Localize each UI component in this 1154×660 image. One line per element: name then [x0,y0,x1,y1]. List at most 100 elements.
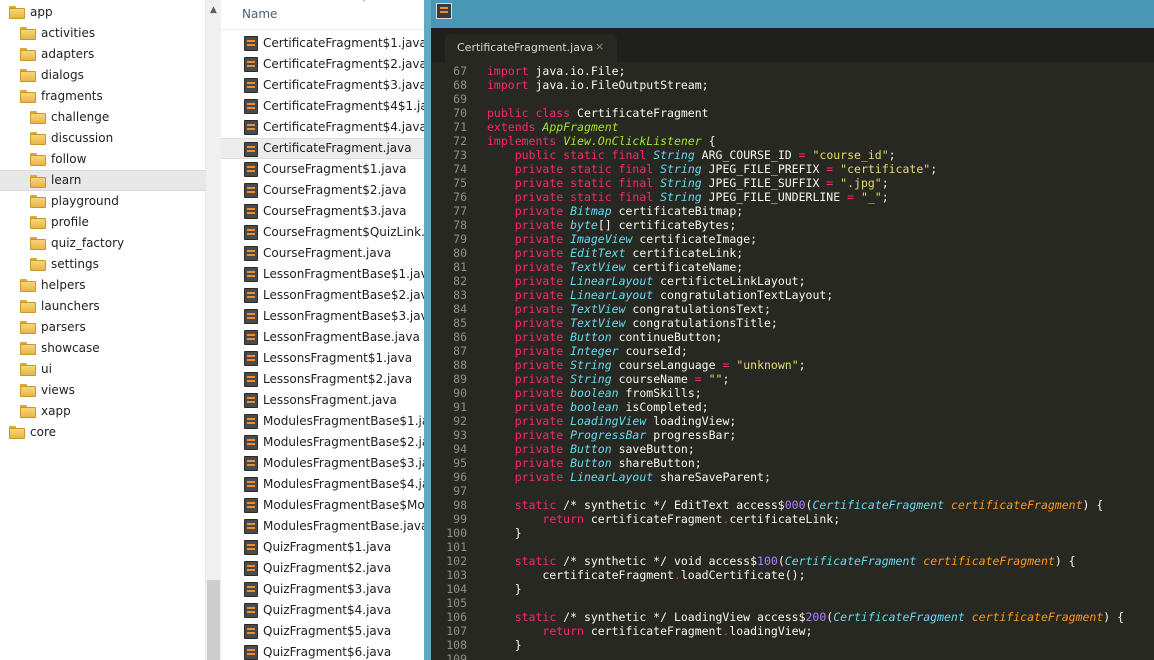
code-token: String [570,358,612,372]
tree-item[interactable]: dialogs [0,65,205,86]
line-number: 99 [453,512,467,526]
tree-item[interactable]: app [0,2,205,23]
file-item[interactable]: LessonFragmentBase$2.java [221,285,424,306]
code-line: 80 private EditText certificateLink; [431,246,1154,260]
code-text: } [487,582,522,596]
file-item[interactable]: CertificateFragment$1.java [221,33,424,54]
file-item[interactable]: LessonsFragment.java [221,390,424,411]
tree-item[interactable]: follow [0,149,205,170]
file-item[interactable]: CourseFragment$QuizLink.java [221,222,424,243]
tree-item[interactable]: adapters [0,44,205,65]
code-token: private [514,470,564,484]
file-item[interactable]: CertificateFragment.java [221,138,424,159]
tree-item[interactable]: showcase [0,338,205,359]
file-item[interactable]: CertificateFragment$4.java [221,117,424,138]
editor-tab-active[interactable]: CertificateFragment.java × [445,34,617,62]
file-item-label: CertificateFragment$4$1.java [263,99,424,113]
code-text: return certificateFragment.loadingView; [487,624,812,638]
file-item[interactable]: ModulesFragmentBase.java [221,516,424,537]
file-item[interactable]: QuizFragment$6.java [221,642,424,660]
tree-item[interactable]: activities [0,23,205,44]
file-item[interactable]: ModulesFragmentBase$ModuleItem.java [221,495,424,516]
file-item[interactable]: CertificateFragment$4$1.java [221,96,424,117]
column-header-name[interactable]: Name [242,7,277,21]
tree-item[interactable]: quiz_factory [0,233,205,254]
line-number: 69 [453,92,467,106]
file-item[interactable]: LessonFragmentBase$3.java [221,306,424,327]
folder-icon [20,384,36,397]
file-item[interactable]: QuizFragment$3.java [221,579,424,600]
code-token: extends [487,120,536,134]
tree-item[interactable]: ui [0,359,205,380]
code-line: 69 [431,92,1154,106]
file-item[interactable]: ModulesFragmentBase$1.java [221,411,424,432]
line-number: 89 [453,372,467,386]
code-text: private TextView certificateName; [487,260,744,274]
tree-item[interactable]: parsers [0,317,205,338]
file-item[interactable]: CourseFragment$1.java [221,159,424,180]
file-item[interactable]: ModulesFragmentBase$2.java [221,432,424,453]
tree-item[interactable]: challenge [0,107,205,128]
line-number: 71 [453,120,467,134]
tree-item-label: xapp [41,404,71,418]
tree-item-label: core [30,425,56,439]
file-item[interactable]: QuizFragment$4.java [221,600,424,621]
code-token: /* synthetic */ void access$ [556,554,758,568]
chevron-up-icon[interactable]: ▲ [206,0,220,18]
file-item[interactable]: CourseFragment$3.java [221,201,424,222]
tree-item[interactable]: fragments [0,86,205,107]
tree-item[interactable]: views [0,380,205,401]
tree-item[interactable]: playground [0,191,205,212]
code-token: boolean [570,400,619,414]
file-item[interactable]: LessonsFragment$2.java [221,369,424,390]
line-number: 82 [453,274,467,288]
scrollbar-thumb[interactable] [207,580,220,660]
tree-item-label: helpers [41,278,86,292]
file-item[interactable]: QuizFragment$1.java [221,537,424,558]
file-item[interactable]: CertificateFragment$3.java [221,75,424,96]
close-icon[interactable]: × [595,40,604,53]
folder-tree-scrollbar[interactable]: ▲ [205,0,220,660]
tree-item-label: fragments [41,89,103,103]
code-text: private static final String JPEG_FILE_PR… [487,162,937,176]
tree-item[interactable]: learn [0,170,205,191]
file-item[interactable]: ModulesFragmentBase$3.java [221,453,424,474]
code-token: public class [487,106,571,120]
line-number: 67 [453,64,467,78]
file-item[interactable]: LessonsFragment$1.java [221,348,424,369]
code-token: TextView [570,302,626,316]
file-item[interactable]: QuizFragment$2.java [221,558,424,579]
code-area[interactable]: 67 import java.io.File; 68 import java.io.F… [431,64,1154,660]
tree-item[interactable]: launchers [0,296,205,317]
file-item[interactable]: CourseFragment$2.java [221,180,424,201]
file-item[interactable]: CourseFragment.java [221,243,424,264]
code-token: String [660,176,702,190]
code-token: certificateLink; [625,246,744,260]
sublime-text-icon[interactable] [436,3,452,19]
file-item[interactable]: CertificateFragment$2.java [221,54,424,75]
file-item[interactable]: ModulesFragmentBase$4.java [221,474,424,495]
code-line: 82 private LinearLayout certificteLinkLa… [431,274,1154,288]
tree-item[interactable]: profile [0,212,205,233]
code-text: private byte[] certificateBytes; [487,218,737,232]
file-item[interactable]: LessonFragmentBase$1.java [221,264,424,285]
code-line: 72 implements View.OnClickListener { [431,134,1154,148]
code-token: private [514,204,564,218]
file-item[interactable]: QuizFragment$5.java [221,621,424,642]
code-editor-window: CertificateFragment.java × 67 import java… [424,0,1154,660]
code-token: = [798,148,806,162]
tree-item[interactable]: helpers [0,275,205,296]
line-number: 92 [453,414,467,428]
file-list-pane: Name ˄ CertificateFragment$1.java Certifi… [220,0,424,660]
code-token: progressBar; [646,428,737,442]
file-item[interactable]: LessonFragmentBase.java [221,327,424,348]
tree-item[interactable]: discussion [0,128,205,149]
tree-item[interactable]: core [0,422,205,443]
tree-item[interactable]: settings [0,254,205,275]
tree-item-label: quiz_factory [51,236,125,250]
tree-item[interactable]: xapp [0,401,205,422]
